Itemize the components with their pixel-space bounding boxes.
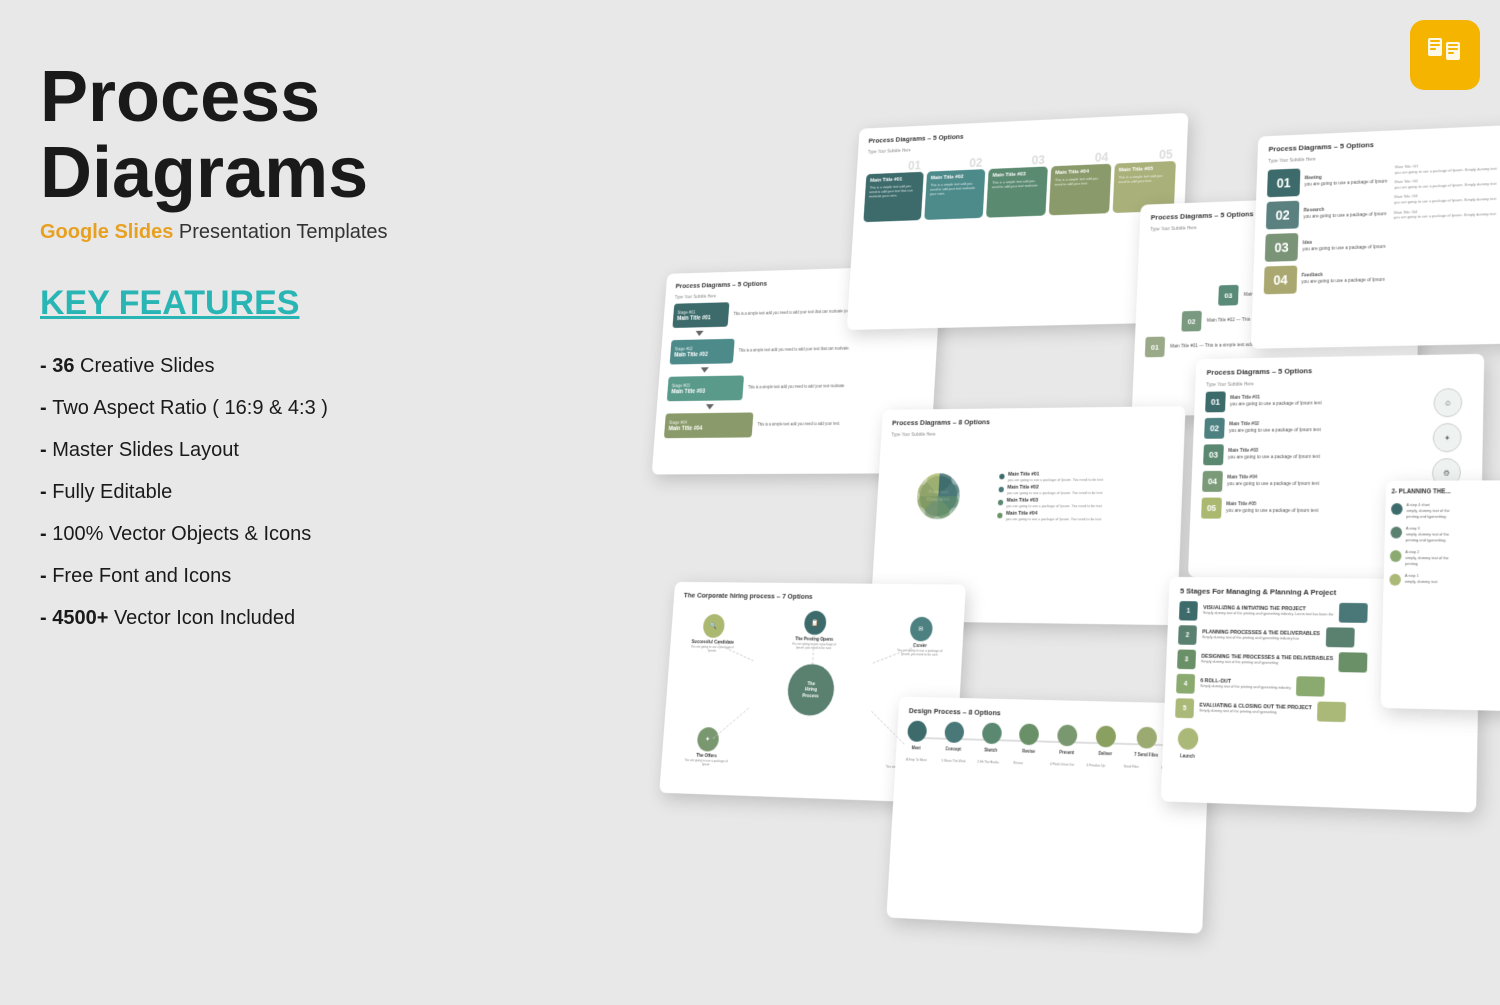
step-box: Stage #01 Main Title #01 bbox=[672, 302, 729, 328]
feature-item: Free Font and Icons bbox=[40, 555, 460, 597]
google-slides-brand: Google Slides bbox=[40, 221, 173, 243]
step-col: 01 Main Title #01 This is a simple text … bbox=[863, 158, 924, 222]
hiring-node: ✦ The Offers You are going to use a pack… bbox=[683, 727, 731, 767]
circular-layout: Process Diagrams bbox=[884, 439, 1173, 553]
dp-step: 7 Send Files bbox=[1134, 727, 1159, 758]
nlist-row: 03 Main Title #03you are going to use a … bbox=[1203, 443, 1425, 466]
plan-item: A step 1simply, dummy text bbox=[1389, 573, 1500, 587]
nlist-row: 02 Main Title #02you are going to use a … bbox=[1204, 416, 1426, 439]
circular-diagram-svg: Process Diagrams bbox=[884, 441, 992, 552]
feature-item: 36 Creative Slides bbox=[40, 345, 460, 387]
step-box: Stage #03 Main Title #03 bbox=[667, 375, 744, 401]
plan-item: A step 2simply, dummy text of theprintin… bbox=[1390, 550, 1500, 569]
feature-bold: 36 bbox=[52, 355, 74, 377]
slide6-title: Process Diagrams – 5 Options bbox=[1206, 364, 1472, 377]
step-box-h: Main Title #04 This is a simple text add… bbox=[1049, 164, 1112, 216]
slide7-title: The Corporate hiring process – 7 Options bbox=[683, 591, 955, 602]
dp-step: Concept bbox=[944, 721, 965, 751]
arrow-down-icon bbox=[695, 331, 703, 336]
nitem: 01 Meetingyou are going to use a package… bbox=[1267, 165, 1388, 197]
subtitle-rest: Presentation Templates bbox=[173, 221, 387, 243]
feature-text: Vector Icon Included bbox=[108, 607, 295, 629]
slide10-title: 2- PLANNING THE... bbox=[1391, 488, 1500, 497]
hprocess-flow: 01 Main Title #01 This is a simple text … bbox=[863, 147, 1176, 223]
nitem: 02 Researchyou are going to use a packag… bbox=[1266, 197, 1387, 229]
plan-item: A step 4 shortsimply, dummy text of thep… bbox=[1391, 502, 1500, 520]
feature-text: Free Font and Icons bbox=[52, 565, 231, 587]
hiring-node: 📋 The Posting Opens You are going to use… bbox=[789, 611, 842, 651]
slides-area: Process Diagrams – 5 Options Type Your S… bbox=[598, 48, 1500, 1005]
num-col: 01 Meetingyou are going to use a package… bbox=[1264, 165, 1388, 294]
dp-step: Deliver bbox=[1095, 726, 1116, 757]
nlist-row: 01 Main Title #01you are going to use a … bbox=[1205, 389, 1426, 413]
left-panel: Process Diagrams Google Slides Presentat… bbox=[40, 60, 460, 639]
step-col: 03 Main Title #03 This is a simple text … bbox=[986, 152, 1049, 217]
arrow-down-icon bbox=[706, 404, 714, 409]
feature-text: Master Slides Layout bbox=[52, 439, 239, 461]
feature-item: Fully Editable bbox=[40, 471, 460, 513]
numbered-layout: 01 Meetingyou are going to use a package… bbox=[1264, 159, 1500, 295]
step-text: This is a simple text add you need to ad… bbox=[748, 382, 925, 390]
step-box-h: Main Title #01 This is a simple text add… bbox=[863, 172, 923, 222]
circ-label: Main Title #01you are going to use a pac… bbox=[999, 471, 1172, 482]
feature-text: Fully Editable bbox=[52, 481, 172, 503]
nitem: 04 Feedbackyou are going to use a packag… bbox=[1264, 263, 1386, 294]
feature-item: Master Slides Layout bbox=[40, 429, 460, 471]
circ-label: Main Title #03you are going to use a pac… bbox=[998, 497, 1171, 507]
dp-row: Meet Concept Sketch Revise bbox=[907, 721, 1199, 759]
feature-text: 100% Vector Objects & Icons bbox=[52, 523, 311, 545]
feature-text: Two Aspect Ratio ( 16:9 & 4:3 ) bbox=[52, 397, 328, 419]
step-box: Stage #04 Main Title #04 bbox=[664, 412, 754, 438]
slide6-subtitle: Type Your Subtitle Here bbox=[1206, 378, 1472, 388]
dp-step: Sketch bbox=[981, 722, 1002, 752]
design-process: Meet Concept Sketch Revise bbox=[906, 721, 1199, 772]
step-text: This is a simple text add you need to ad… bbox=[738, 344, 926, 353]
slide5-subtitle: Type Your Subtitle Here bbox=[891, 430, 1174, 438]
arrow-down-icon bbox=[700, 367, 708, 372]
step-box-h: Main Title #03 This is a simple text add… bbox=[986, 166, 1048, 217]
features-list: 36 Creative Slides Two Aspect Ratio ( 16… bbox=[40, 345, 460, 639]
step-col: 02 Main Title #02 This is a simple text … bbox=[924, 155, 986, 220]
plan-items: A step 4 shortsimply, dummy text of thep… bbox=[1389, 502, 1500, 587]
plan-item: A step 3simply, dummy text of theprintin… bbox=[1390, 526, 1500, 544]
circular-labels: Main Title #01you are going to use a pac… bbox=[997, 471, 1172, 521]
vprocess-step: Stage #02 Main Title #02 This is a simpl… bbox=[670, 334, 928, 364]
feature-item: 4500+ Vector Icon Included bbox=[40, 597, 460, 639]
circ-label: Main Title #02you are going to use a pac… bbox=[998, 484, 1171, 495]
page-title: Process Diagrams bbox=[40, 60, 460, 211]
feature-text: Creative Slides bbox=[74, 355, 214, 377]
step-box-h: Main Title #02 This is a simple text add… bbox=[924, 169, 985, 220]
step-col: 04 Main Title #04 This is a simple text … bbox=[1049, 149, 1112, 215]
hiring-node: 🔍 Successful Candidate You are going to … bbox=[688, 614, 739, 653]
hiring-node: ✉ Career You are going to use a package … bbox=[896, 617, 945, 657]
slide-card-8: Design Process – 8 Options Meet Concept bbox=[886, 697, 1210, 934]
dp-step: Present bbox=[1057, 725, 1078, 756]
step-box: Stage #02 Main Title #02 bbox=[670, 339, 735, 365]
slide8-title: Design Process – 8 Options bbox=[909, 706, 1200, 722]
slide-card-4: Process Diagrams – 5 Options Type Your S… bbox=[1251, 124, 1500, 349]
dp-step: Launch bbox=[1177, 728, 1198, 759]
dp-step: Revise bbox=[1019, 723, 1040, 754]
vprocess-step: Stage #03 Main Title #03 This is a simpl… bbox=[667, 372, 925, 401]
dp-step: Meet bbox=[907, 721, 928, 751]
slide-card-10: 2- PLANNING THE... A step 4 shortsimply,… bbox=[1380, 480, 1500, 712]
key-features-heading: KEY FEATURES bbox=[40, 284, 460, 323]
feature-item: Two Aspect Ratio ( 16:9 & 4:3 ) bbox=[40, 387, 460, 429]
slide5-title: Process Diagrams – 8 Options bbox=[892, 416, 1175, 427]
center-node: TheHiringProcess bbox=[786, 664, 835, 716]
desc-col: Main Title #01you are going to use a pac… bbox=[1392, 159, 1500, 291]
feature-item: 100% Vector Objects & Icons bbox=[40, 513, 460, 555]
subtitle-line: Google Slides Presentation Templates bbox=[40, 221, 460, 244]
nitem: 03 Ideayou are going to use a package of… bbox=[1265, 230, 1386, 262]
feature-bold: 4500+ bbox=[52, 607, 108, 629]
circ-label: Main Title #04you are going to use a pac… bbox=[997, 510, 1171, 520]
dp-descs: A Step To Meet 5 Show The Work 2 Hit The… bbox=[906, 758, 1197, 772]
